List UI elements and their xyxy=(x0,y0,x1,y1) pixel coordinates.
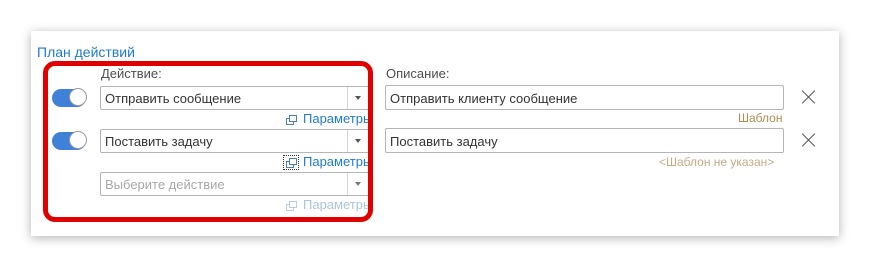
row-1-remove-icon[interactable] xyxy=(801,89,817,105)
row-2-description-value: Поставить задачу xyxy=(390,134,498,149)
section-title: План действий xyxy=(37,44,135,60)
row-1-template-link[interactable]: Шаблон xyxy=(738,111,782,125)
row-2-remove-icon[interactable] xyxy=(801,132,817,148)
row-1-description-value: Отправить клиенту сообщение xyxy=(390,91,578,106)
highlight-frame xyxy=(43,61,373,222)
row-2-template-link[interactable]: <Шаблон не указан> xyxy=(659,155,774,169)
row-2-description-field[interactable]: Поставить задачу xyxy=(385,128,784,153)
description-column-label: Описание: xyxy=(386,66,450,81)
row-1-description-field[interactable]: Отправить клиенту сообщение xyxy=(385,85,784,110)
